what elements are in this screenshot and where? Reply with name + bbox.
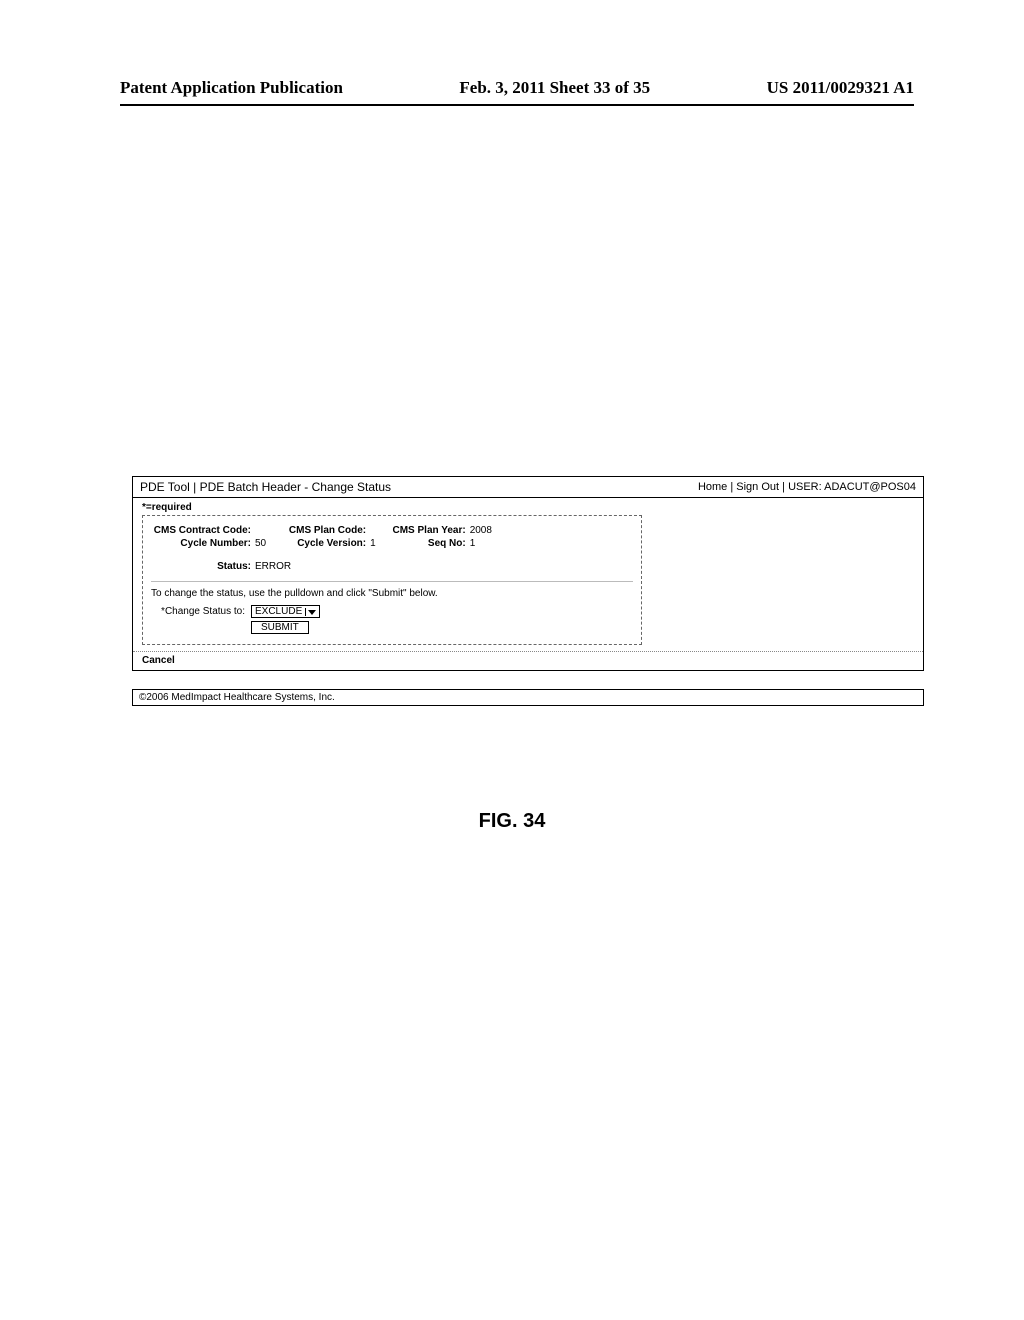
title-bar: PDE Tool | PDE Batch Header - Change Sta… [133, 477, 923, 498]
status-value: ERROR [251, 560, 291, 573]
header-right: US 2011/0029321 A1 [767, 78, 914, 98]
plan-year-value: 2008 [466, 524, 492, 537]
instruction-text: To change the status, use the pulldown a… [151, 588, 633, 599]
cycle-number-value: 50 [251, 537, 266, 550]
plan-code-label: CMS Plan Code: [266, 524, 366, 537]
figure-label: FIG. 34 [0, 810, 1024, 833]
divider-dotted [133, 651, 923, 652]
page-header: Patent Application Publication Feb. 3, 2… [0, 78, 1024, 98]
status-label: Status: [151, 560, 251, 573]
change-status-selected: EXCLUDE [253, 606, 305, 617]
batch-info-block: CMS Contract Code: Cycle Number: 50 CMS … [151, 524, 633, 582]
header-rule [120, 104, 914, 106]
user-nav: Home | Sign Out | USER: ADACUT@POS04 [698, 481, 916, 493]
copyright: ©2006 MedImpact Healthcare Systems, Inc. [132, 689, 924, 706]
cycle-number-label: Cycle Number: [151, 537, 251, 550]
signout-link[interactable]: Sign Out [736, 481, 779, 493]
contract-code-value [251, 524, 255, 537]
header-center: Feb. 3, 2011 Sheet 33 of 35 [459, 78, 650, 98]
plan-code-value [366, 524, 370, 537]
plan-year-label: CMS Plan Year: [376, 524, 466, 537]
chevron-down-icon [305, 608, 318, 616]
contract-code-label: CMS Contract Code: [151, 524, 251, 537]
cycle-version-label: Cycle Version: [266, 537, 366, 550]
header-left: Patent Application Publication [120, 78, 343, 98]
home-link[interactable]: Home [698, 481, 727, 493]
cycle-version-value: 1 [366, 537, 376, 550]
user-prefix: USER: [788, 481, 822, 493]
change-status-select[interactable]: EXCLUDE [251, 605, 320, 618]
seq-no-label: Seq No: [376, 537, 466, 550]
required-note: *=required [142, 502, 923, 513]
app-window: PDE Tool | PDE Batch Header - Change Sta… [132, 476, 924, 671]
user-name: ADACUT@POS04 [824, 481, 916, 493]
cancel-link[interactable]: Cancel [133, 655, 923, 670]
change-status-panel: CMS Contract Code: Cycle Number: 50 CMS … [142, 515, 642, 645]
page-title: PDE Tool | PDE Batch Header - Change Sta… [140, 480, 391, 494]
submit-button[interactable]: SUBMIT [251, 621, 309, 634]
seq-no-value: 1 [466, 537, 476, 550]
figure-screenshot: PDE Tool | PDE Batch Header - Change Sta… [132, 476, 924, 706]
change-status-label: *Change Status to: [151, 605, 251, 617]
